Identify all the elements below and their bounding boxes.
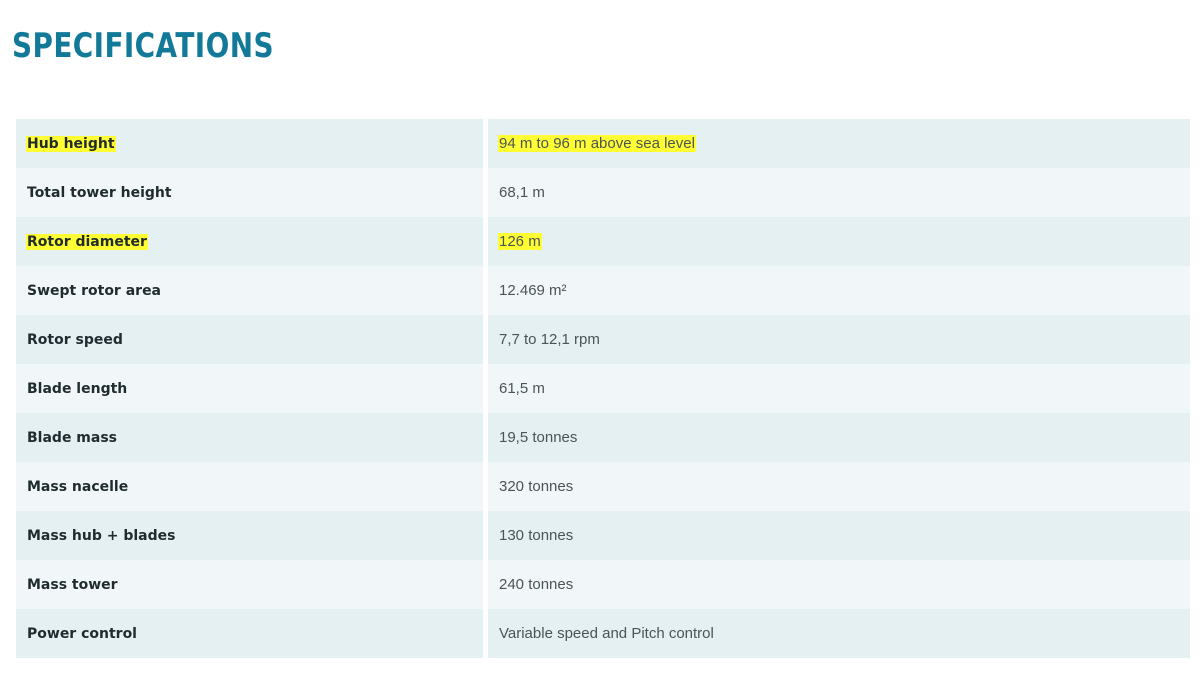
spec-value: 94 m to 96 m above sea level	[498, 135, 696, 152]
table-row: Mass tower 240 tonnes	[16, 560, 1190, 609]
spec-label: Total tower height	[27, 184, 172, 201]
table-row: Swept rotor area 12.469 m²	[16, 266, 1190, 315]
specifications-table: Hub height 94 m to 96 m above sea level …	[16, 119, 1190, 658]
spec-label: Blade mass	[27, 429, 118, 446]
table-row: Mass hub + blades 130 tonnes	[16, 511, 1190, 560]
table-row: Blade mass 19,5 tonnes	[16, 413, 1190, 462]
spec-value: 68,1 m	[499, 184, 545, 201]
table-row: Rotor speed 7,7 to 12,1 rpm	[16, 315, 1190, 364]
table-row: Mass nacelle 320 tonnes	[16, 462, 1190, 511]
spec-value: 61,5 m	[499, 380, 545, 397]
spec-label: Rotor diameter	[26, 233, 148, 250]
spec-value: 7,7 to 12,1 rpm	[499, 331, 600, 348]
table-row: Blade length 61,5 m	[16, 364, 1190, 413]
page-title: SPECIFICATIONS	[12, 26, 274, 66]
spec-label: Hub height	[26, 135, 116, 152]
spec-label: Mass nacelle	[27, 478, 129, 495]
spec-label: Swept rotor area	[27, 282, 162, 299]
table-row: Total tower height 68,1 m	[16, 168, 1190, 217]
spec-label: Power control	[27, 625, 137, 642]
spec-value: 12.469 m²	[499, 282, 567, 299]
spec-value: 130 tonnes	[499, 527, 574, 544]
table-row: Rotor diameter 126 m	[16, 217, 1190, 266]
spec-label: Rotor speed	[27, 331, 123, 348]
table-row: Hub height 94 m to 96 m above sea level	[16, 119, 1190, 168]
spec-label: Mass tower	[27, 576, 118, 593]
spec-value: 126 m	[498, 233, 542, 250]
spec-label: Mass hub + blades	[27, 527, 176, 544]
spec-value: 240 tonnes	[499, 576, 574, 593]
spec-value: 320 tonnes	[499, 478, 574, 495]
spec-value: Variable speed and Pitch control	[499, 625, 714, 642]
table-row: Power control Variable speed and Pitch c…	[16, 609, 1190, 658]
spec-value: 19,5 tonnes	[499, 429, 578, 446]
spec-label: Blade length	[27, 380, 128, 397]
